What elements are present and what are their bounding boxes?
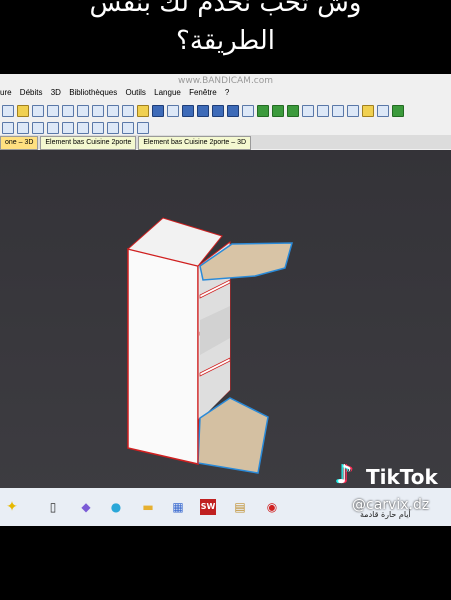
zoom-in-icon[interactable] xyxy=(182,105,194,117)
menu-bar: ure Débits 3D Bibliothèques Outils Langu… xyxy=(0,88,451,102)
box-7-icon[interactable] xyxy=(122,122,134,134)
record-icon[interactable]: ◉ xyxy=(264,499,280,515)
cube-view-4-icon[interactable] xyxy=(347,105,359,117)
undo-icon[interactable] xyxy=(107,105,119,117)
menu-item-outils[interactable]: Outils xyxy=(125,88,145,97)
solidworks-icon[interactable]: SW xyxy=(200,499,216,515)
open-folder-icon[interactable] xyxy=(17,105,29,117)
tab-one-3d[interactable]: one – 3D xyxy=(0,136,39,150)
menu-item-bibliotheques[interactable]: Bibliothèques xyxy=(69,88,117,97)
recorder-watermark: www.BANDICAM.com xyxy=(177,76,274,86)
box-4-icon[interactable] xyxy=(77,122,89,134)
document-tabs: one – 3D Element bas Cuisine 2porte Elem… xyxy=(0,135,451,150)
material-icon[interactable] xyxy=(167,105,179,117)
tiktok-logo: ♪ TikTok xyxy=(336,460,444,492)
box-1-icon[interactable] xyxy=(32,122,44,134)
store-icon[interactable]: ▦ xyxy=(170,499,186,515)
3d-viewport[interactable] xyxy=(0,150,451,491)
new-doc-icon[interactable] xyxy=(2,105,14,117)
toolbar-row-2 xyxy=(0,119,451,135)
cabinet-3d-model xyxy=(126,217,293,474)
menu-item-debits[interactable]: Débits xyxy=(20,88,43,97)
render-icon[interactable] xyxy=(377,105,389,117)
render-green-icon[interactable] xyxy=(392,105,404,117)
caption-line-2: الطريقة؟ xyxy=(176,26,275,56)
view-green-2-icon[interactable] xyxy=(272,105,284,117)
wood-panel-top xyxy=(199,242,293,281)
copy-icon[interactable] xyxy=(77,105,89,117)
zoom-out-icon[interactable] xyxy=(197,105,209,117)
tab-element-bas-cuisine-3d[interactable]: Element bas Cuisine 2porte – 3D xyxy=(138,136,252,150)
zoom-window-icon[interactable] xyxy=(227,105,239,117)
tab-element-bas-cuisine[interactable]: Element bas Cuisine 2porte xyxy=(40,136,137,150)
select-icon[interactable] xyxy=(2,122,14,134)
toolbar-row-1 xyxy=(0,102,451,118)
box-8-icon[interactable] xyxy=(137,122,149,134)
cabinet-side-panel xyxy=(127,248,199,465)
sparkle-icon[interactable]: ✦ xyxy=(4,499,20,515)
save-icon[interactable] xyxy=(32,105,44,117)
pencil-icon[interactable] xyxy=(137,105,149,117)
file-explorer-icon[interactable]: ▬ xyxy=(140,499,156,515)
caption-line-1: وش تحب نخدم لك بنفس xyxy=(89,0,362,18)
tiktok-brand: TikTok xyxy=(366,465,438,489)
cube-view-2-icon[interactable] xyxy=(317,105,329,117)
menu-item-3d[interactable]: 3D xyxy=(51,88,61,97)
view-green-3-icon[interactable] xyxy=(287,105,299,117)
menu-item-fenetre[interactable]: Fenêtre xyxy=(189,88,217,97)
print-icon[interactable] xyxy=(47,105,59,117)
light-bulb-icon[interactable] xyxy=(362,105,374,117)
info-icon[interactable] xyxy=(152,105,164,117)
box-2-icon[interactable] xyxy=(47,122,59,134)
weather-text: أيام حارة قادمة xyxy=(360,510,411,519)
copilot-icon[interactable]: ◆ xyxy=(78,499,94,515)
zoom-fit-icon[interactable] xyxy=(212,105,224,117)
menu-item-ure[interactable]: ure xyxy=(0,88,12,97)
menu-item-langue[interactable]: Langue xyxy=(154,88,181,97)
panel-icon[interactable] xyxy=(17,122,29,134)
auto-icon[interactable] xyxy=(242,105,254,117)
cube-view-3-icon[interactable] xyxy=(332,105,344,117)
app-icon[interactable]: ▤ xyxy=(232,499,248,515)
menu-item-help[interactable]: ? xyxy=(225,88,229,97)
box-6-icon[interactable] xyxy=(107,122,119,134)
redo-icon[interactable] xyxy=(122,105,134,117)
cad-app-window: www.BANDICAM.com ure Débits 3D Bibliothè… xyxy=(0,74,451,500)
tiktok-note-icon: ♪ xyxy=(336,460,353,490)
box-5-icon[interactable] xyxy=(92,122,104,134)
edge-icon[interactable]: ● xyxy=(108,499,124,515)
cut-icon[interactable] xyxy=(62,105,74,117)
view-green-1-icon[interactable] xyxy=(257,105,269,117)
task-view-icon[interactable]: ▯ xyxy=(45,499,61,515)
box-3-icon[interactable] xyxy=(62,122,74,134)
paste-icon[interactable] xyxy=(92,105,104,117)
cube-view-1-icon[interactable] xyxy=(302,105,314,117)
